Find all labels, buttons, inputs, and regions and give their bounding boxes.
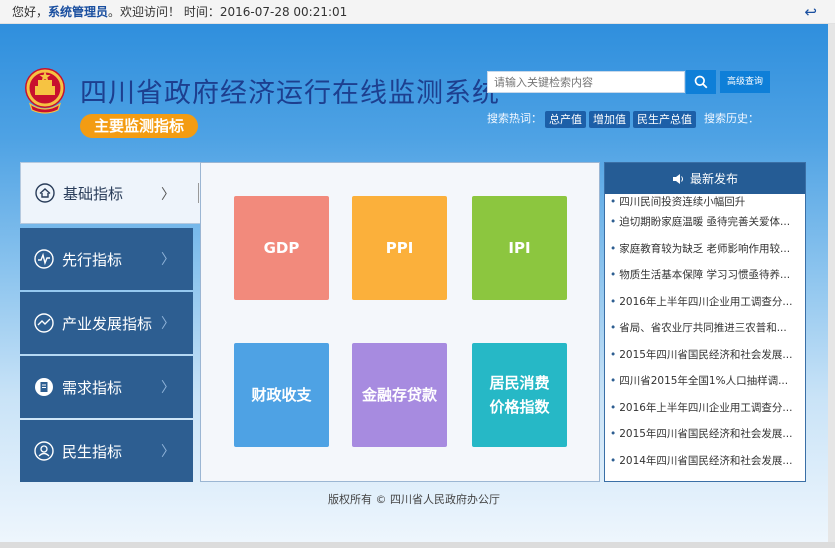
news-item[interactable]: • 2016年上半年四川企业用工调查分...: [610, 289, 805, 316]
advanced-search-button[interactable]: 高级查询: [720, 71, 770, 93]
chevron-right-icon: 〉: [161, 380, 175, 396]
search-icon: [694, 75, 708, 89]
news-item[interactable]: • 2014年四川省国民经济和社会发展...: [610, 448, 805, 475]
system-title: 四川省政府经济运行在线监测系统: [80, 78, 500, 109]
nav-label: 民生指标: [62, 442, 123, 461]
chevron-right-icon: 〉: [161, 187, 175, 203]
news-item[interactable]: • 物质生活基本保障 学习习惯亟待养...: [610, 262, 805, 289]
hot-tag-gdp[interactable]: 民生产总值: [633, 110, 696, 128]
nav-label: 产业发展指标: [62, 314, 153, 333]
main-indicators-badge: 主要监测指标: [80, 114, 199, 138]
bullet-icon: •: [610, 401, 617, 414]
top-bar: 您好，系统管理员。欢迎访问！ 时间：2016-07-28 00:21:01 ↩: [0, 0, 835, 24]
home-icon: [35, 183, 55, 203]
national-emblem-icon: [25, 68, 65, 114]
scrollbar-track[interactable]: [828, 24, 835, 548]
nav-label: 基础指标: [63, 184, 124, 203]
news-item[interactable]: • 省局、省农业厅共同推进三农普和...: [610, 315, 805, 342]
news-item[interactable]: • 四川民间投资连续小幅回升: [610, 195, 805, 209]
bullet-icon: •: [610, 216, 617, 228]
divider: [198, 183, 199, 203]
user-icon: [34, 441, 54, 461]
bullet-icon: •: [610, 196, 617, 208]
tile-gdp[interactable]: GDP: [234, 196, 329, 300]
admin-name[interactable]: 系统管理员: [48, 5, 108, 19]
nav-item-livelihood[interactable]: 民生指标 〉: [20, 420, 193, 482]
logout-icon[interactable]: ↩: [804, 0, 817, 24]
nav-label: 先行指标: [62, 250, 123, 269]
tile-cpi[interactable]: 居民消费价格指数: [472, 343, 567, 447]
news-list: • 四川民间投资连续小幅回升 • 迫切期盼家庭温暖 亟待完善关爱体... • 家庭教育…: [605, 195, 805, 474]
nav-item-industry[interactable]: 产业发展指标 〉: [20, 292, 193, 354]
document-icon: [35, 378, 53, 396]
news-header: 最新发布: [605, 163, 805, 194]
trend-icon: [34, 313, 54, 333]
search-button[interactable]: [686, 70, 716, 94]
bullet-icon: •: [610, 348, 617, 361]
bullet-icon: •: [610, 428, 617, 440]
news-item[interactable]: • 2015年四川省国民经济和社会发展...: [610, 342, 805, 369]
news-item[interactable]: • 2016年上半年四川企业用工调查分...: [610, 395, 805, 422]
tile-ppi[interactable]: PPI: [352, 196, 447, 300]
nav-item-basic[interactable]: 基础指标 〉: [20, 162, 201, 224]
bullet-icon: •: [610, 242, 617, 255]
nav-label: 需求指标: [62, 378, 123, 397]
hot-search-row: 搜索热词： 总产值 增加值 民生产总值 搜索历史：: [487, 110, 759, 128]
pulse-icon: [34, 249, 54, 269]
nav-item-leading[interactable]: 先行指标 〉: [20, 228, 193, 290]
speaker-icon: [672, 173, 683, 184]
indicator-nav: 基础指标 〉 先行指标 〉 产业发展指标 〉 需求指标 〉 民生指标 〉: [20, 162, 201, 484]
bullet-icon: •: [610, 295, 617, 308]
hot-tag-total-output[interactable]: 总产值: [545, 110, 586, 128]
news-item[interactable]: • 2015年四川省国民经济和社会发展...: [610, 421, 805, 448]
current-time: 2016-07-28 00:21:01: [219, 5, 348, 19]
chevron-right-icon: 〉: [161, 444, 175, 460]
tile-finance-loans[interactable]: 金融存贷款: [352, 343, 447, 447]
search-input[interactable]: [487, 71, 685, 93]
nav-item-demand[interactable]: 需求指标 〉: [20, 356, 193, 418]
news-item[interactable]: • 迫切期盼家庭温暖 亟待完善关爱体...: [610, 209, 805, 236]
latest-news-panel: 最新发布 • 四川民间投资连续小幅回升 • 迫切期盼家庭温暖 亟待完善关爱体... …: [604, 162, 806, 482]
greeting-text: 您好，: [12, 5, 49, 19]
welcome-text: 。欢迎访问！ 时间：: [108, 5, 220, 19]
indicator-tiles-panel: GDP PPI IPI 财政收支 金融存贷款 居民消费价格指数: [200, 162, 600, 482]
hot-search-label: 搜索热词：: [487, 112, 542, 125]
chevron-right-icon: 〉: [161, 316, 175, 332]
tile-fiscal[interactable]: 财政收支: [234, 343, 329, 447]
news-item[interactable]: • 四川省2015年全国1%人口抽样调...: [610, 368, 805, 395]
tile-ipi[interactable]: IPI: [472, 196, 567, 300]
search-history-label: 搜索历史：: [704, 112, 759, 125]
bullet-icon: •: [610, 375, 617, 387]
bottom-scrollbar-track[interactable]: [0, 542, 835, 548]
bullet-icon: •: [610, 322, 617, 334]
bullet-icon: •: [610, 269, 617, 281]
news-item[interactable]: • 家庭教育较为缺乏 老师影响作用较...: [610, 236, 805, 263]
hot-tag-added-value[interactable]: 增加值: [589, 110, 630, 128]
footer-copyright: 版权所有 © 四川省人民政府办公厅: [328, 493, 500, 506]
news-title: 最新发布: [689, 172, 738, 186]
bullet-icon: •: [610, 454, 617, 467]
chevron-right-icon: 〉: [161, 252, 175, 268]
